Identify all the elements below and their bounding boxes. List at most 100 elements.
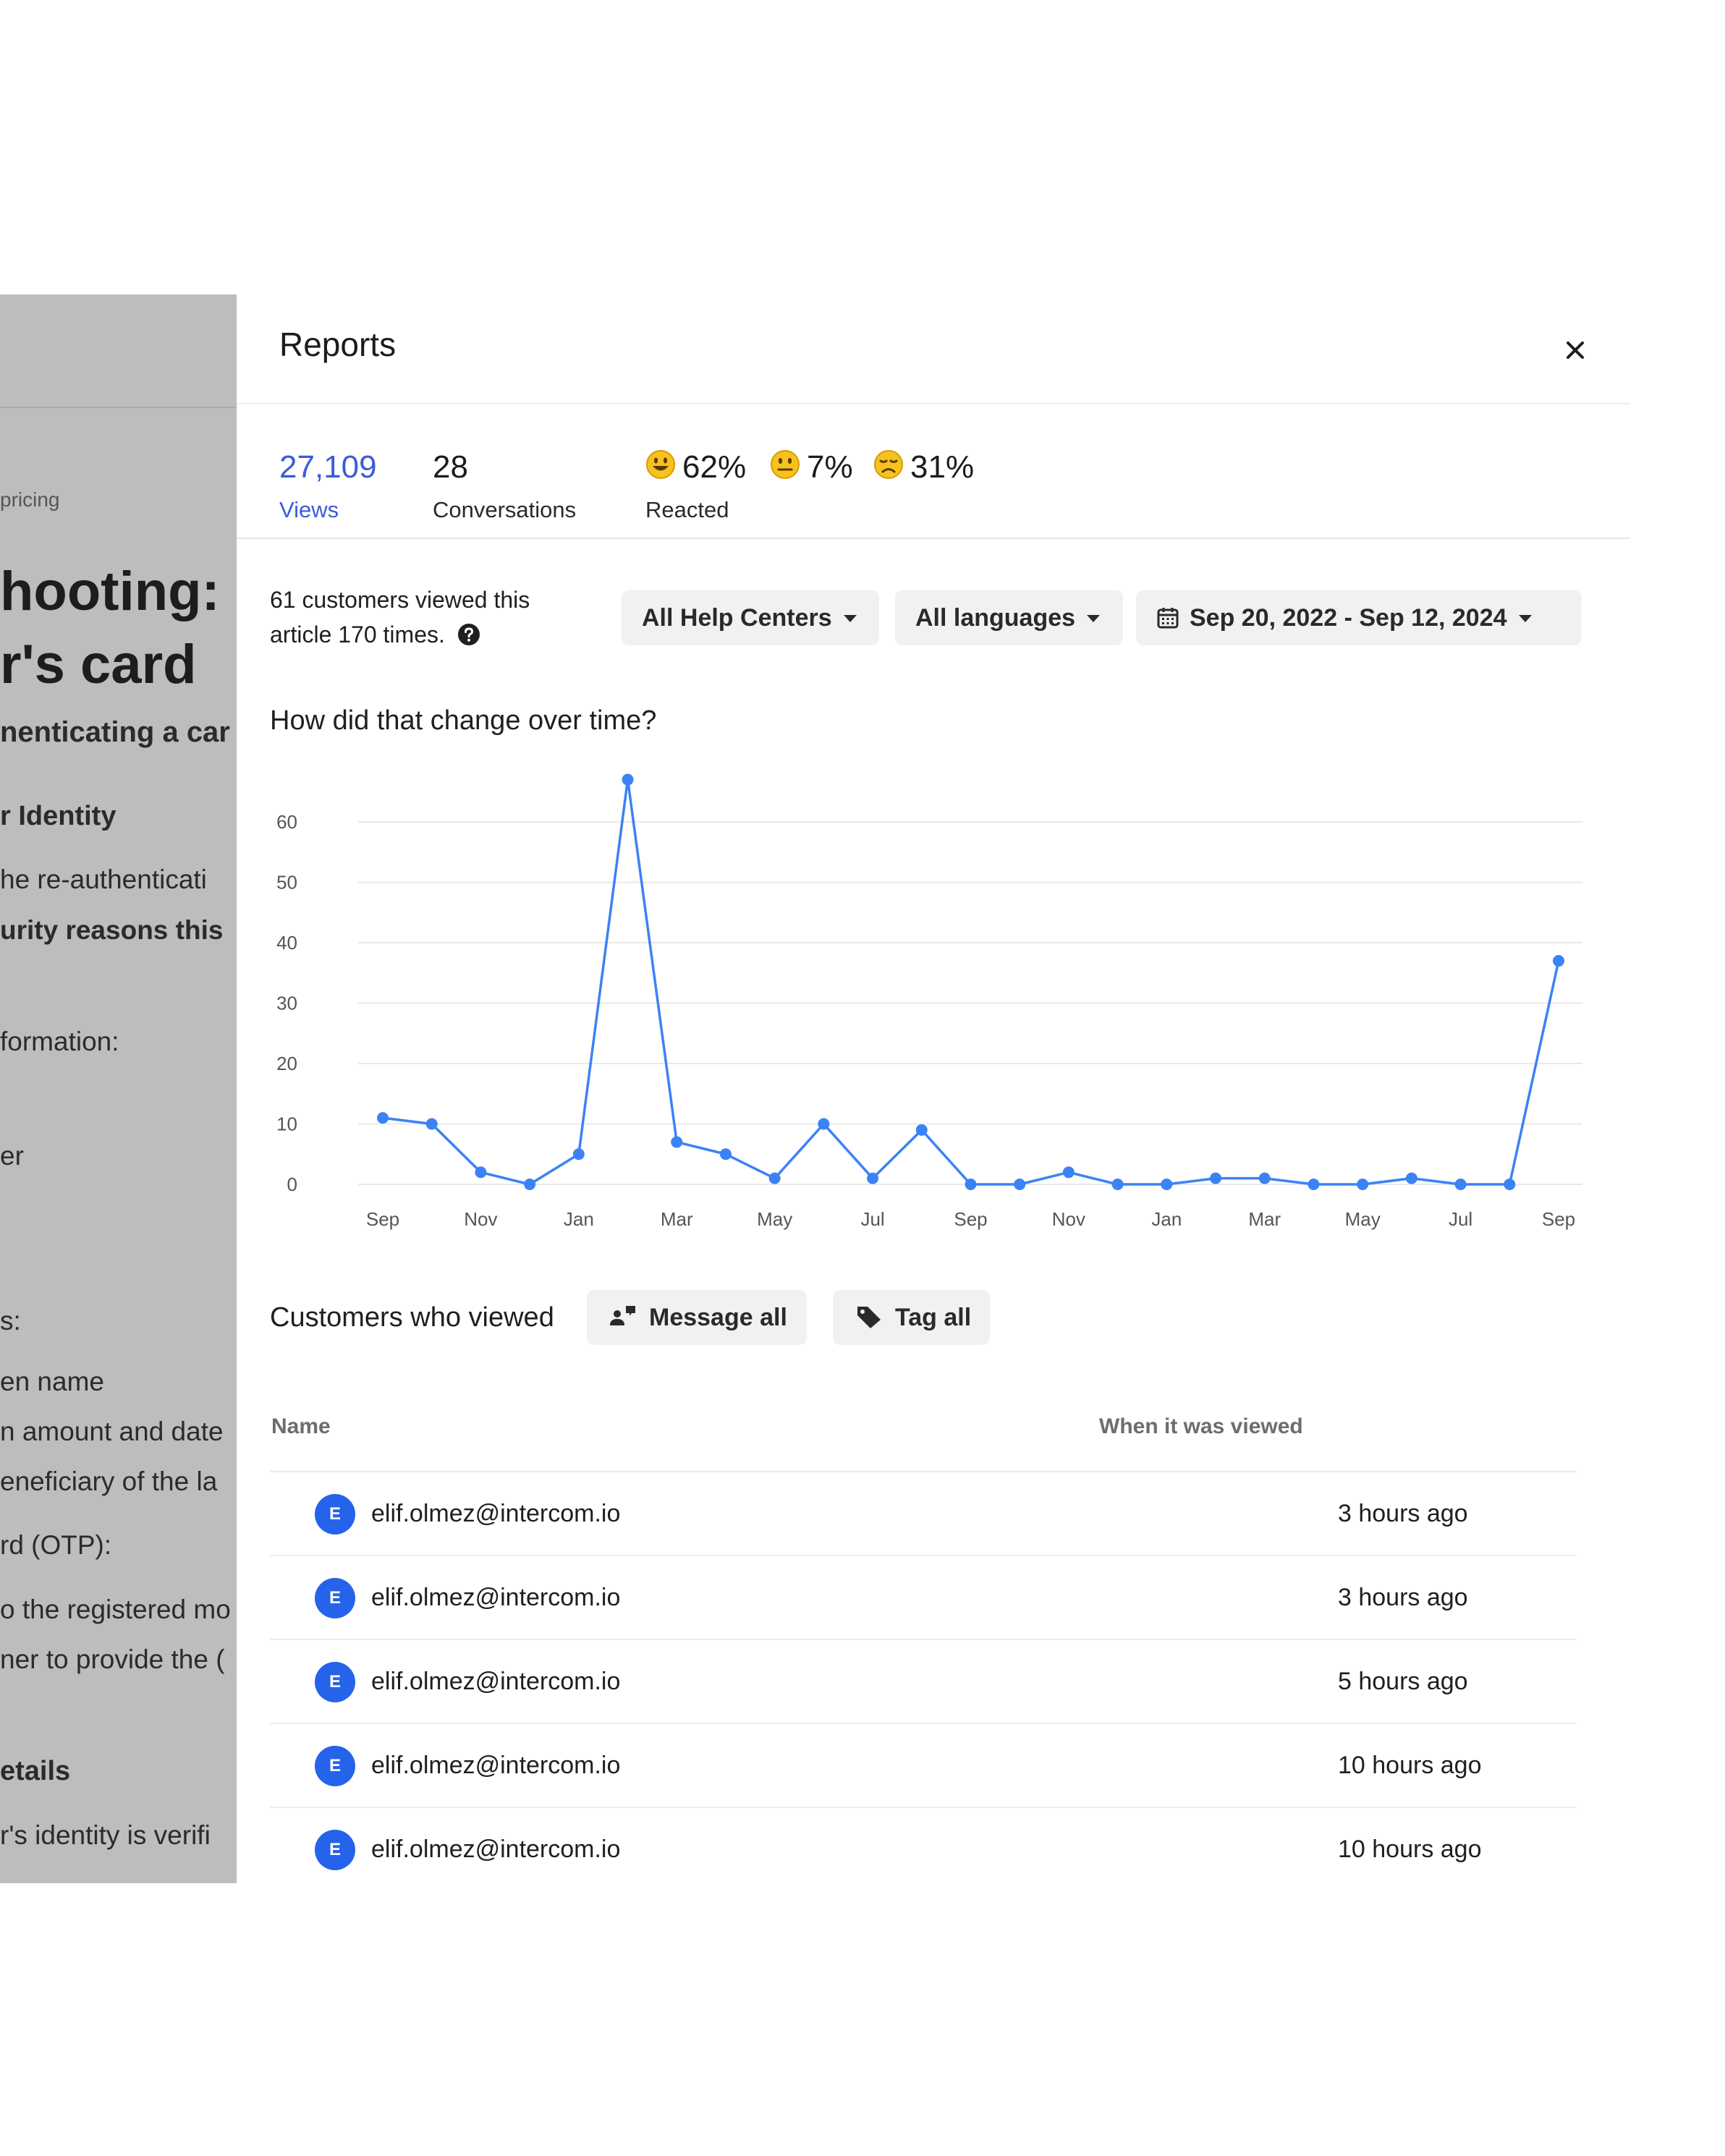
caret-down-icon (843, 615, 857, 622)
data-point[interactable] (818, 1118, 830, 1130)
y-tick-label: 0 (287, 1174, 297, 1195)
reports-header: Reports (237, 294, 1630, 404)
reaction-neutral-value: 7% (807, 449, 853, 485)
article-item: er (0, 1141, 24, 1171)
chart-title: How did that change over time? (270, 705, 657, 736)
data-point[interactable] (1553, 955, 1564, 967)
tag-icon (857, 1307, 881, 1328)
x-tick-label: Nov (1052, 1208, 1085, 1230)
x-tick-label: May (757, 1208, 792, 1230)
data-point[interactable] (425, 1118, 438, 1130)
data-point[interactable] (1014, 1179, 1026, 1190)
x-tick-label: Jan (1151, 1208, 1182, 1230)
customer-email[interactable]: elif.olmez@intercom.io (371, 1835, 620, 1864)
conversations-label: Conversations (433, 497, 577, 522)
summary-line1: 61 customers viewed this (270, 587, 530, 613)
y-tick-label: 50 (276, 872, 297, 894)
data-point[interactable] (622, 773, 634, 786)
y-tick-label: 30 (276, 993, 297, 1014)
article-otp: rd (OTP): (0, 1530, 112, 1560)
stats-bar: 27,109 Views 28 Conversations 62% 7% 31%… (237, 403, 1630, 539)
table-row[interactable]: E elif.olmez@intercom.io 10 hours ago (270, 1807, 1577, 1883)
x-tick-label: May (1345, 1208, 1381, 1230)
article-paragraph: he re-authenticati (0, 865, 207, 894)
article-section-identity: r Identity (0, 801, 116, 831)
close-button[interactable] (1557, 332, 1593, 368)
avatar: E (315, 1662, 355, 1702)
data-point[interactable] (1504, 1179, 1516, 1190)
x-tick-label: Jul (1449, 1208, 1472, 1230)
customer-email[interactable]: elif.olmez@intercom.io (371, 1500, 620, 1528)
article-list-item: eneficiary of the la (0, 1467, 218, 1496)
help-centers-label: All Help Centers (642, 604, 832, 632)
data-point[interactable] (671, 1136, 683, 1148)
article-otp-line: o the registered mo (0, 1595, 231, 1624)
data-point[interactable] (1454, 1179, 1467, 1190)
viewed-time: 10 hours ago (1338, 1752, 1482, 1779)
table-row[interactable]: E elif.olmez@intercom.io 10 hours ago (270, 1723, 1577, 1808)
question-icon[interactable] (457, 623, 480, 646)
article-heading-line2: r's card (0, 634, 197, 695)
background-article: pricing hooting: r's card nenticating a … (0, 294, 237, 1883)
viewed-time: 3 hours ago (1338, 1584, 1468, 1611)
close-icon (1567, 341, 1584, 359)
data-point[interactable] (524, 1179, 536, 1190)
avatar: E (315, 1578, 355, 1618)
data-point[interactable] (915, 1124, 928, 1136)
date-range-dropdown[interactable]: Sep 20, 2022 - Sep 12, 2024 (1136, 590, 1582, 645)
languages-label: All languages (915, 604, 1076, 632)
data-point[interactable] (719, 1148, 732, 1160)
y-tick-label: 10 (276, 1113, 297, 1135)
article-list-item: n amount and date (0, 1417, 224, 1446)
data-point[interactable] (1307, 1179, 1320, 1190)
data-point[interactable] (867, 1172, 879, 1184)
data-point[interactable] (572, 1148, 585, 1160)
views-value: 27,109 (279, 449, 377, 485)
data-point[interactable] (1258, 1172, 1271, 1184)
data-point[interactable] (1161, 1179, 1173, 1190)
x-tick-label: Jan (564, 1208, 594, 1230)
column-header-when[interactable]: When it was viewed (1099, 1414, 1303, 1439)
table-row[interactable]: E elif.olmez@intercom.io 3 hours ago (270, 1555, 1577, 1640)
data-point[interactable] (768, 1172, 781, 1184)
x-tick-label: Mar (661, 1208, 693, 1230)
avatar: E (315, 1746, 355, 1786)
table-row[interactable]: E elif.olmez@intercom.io 3 hours ago (270, 1471, 1577, 1556)
views-label: Views (279, 497, 339, 522)
languages-dropdown[interactable]: All languages (895, 590, 1123, 645)
data-point[interactable] (475, 1166, 487, 1179)
reports-panel: Reports 27,109 Views 28 Conversations 62… (237, 294, 1630, 1883)
column-header-name[interactable]: Name (271, 1414, 331, 1439)
tag-all-button[interactable]: Tag all (833, 1290, 990, 1345)
article-section-details: etails (0, 1756, 71, 1786)
customer-email[interactable]: elif.olmez@intercom.io (371, 1584, 620, 1612)
article-topbar (0, 294, 237, 408)
data-point[interactable] (1357, 1179, 1369, 1190)
reaction-happy-value: 62% (682, 449, 747, 485)
data-point[interactable] (377, 1112, 389, 1124)
data-point[interactable] (1111, 1179, 1124, 1190)
x-tick-label: Mar (1248, 1208, 1281, 1230)
viewed-time: 3 hours ago (1338, 1500, 1468, 1527)
viewed-time: 10 hours ago (1338, 1835, 1482, 1863)
caret-down-icon (1518, 615, 1532, 622)
message-all-button[interactable]: Message all (587, 1290, 807, 1345)
x-tick-label: Sep (954, 1208, 987, 1230)
sad-emoji-icon (874, 450, 903, 479)
customer-email[interactable]: elif.olmez@intercom.io (371, 1752, 620, 1780)
y-tick-label: 40 (276, 932, 297, 954)
data-point[interactable] (1405, 1172, 1417, 1184)
y-tick-label: 20 (276, 1053, 297, 1074)
article-info: formation: (0, 1027, 119, 1056)
conversations-value: 28 (433, 449, 468, 485)
article-paragraph: r's identity is verifi (0, 1820, 211, 1850)
data-point[interactable] (965, 1179, 977, 1190)
x-tick-label: Sep (1542, 1208, 1575, 1230)
avatar: E (315, 1494, 355, 1535)
help-centers-dropdown[interactable]: All Help Centers (622, 590, 879, 645)
table-row[interactable]: E elif.olmez@intercom.io 5 hours ago (270, 1639, 1577, 1724)
customer-email[interactable]: elif.olmez@intercom.io (371, 1668, 620, 1696)
article-breadcrumb: pricing (0, 488, 60, 511)
data-point[interactable] (1062, 1166, 1075, 1179)
data-point[interactable] (1210, 1172, 1222, 1184)
